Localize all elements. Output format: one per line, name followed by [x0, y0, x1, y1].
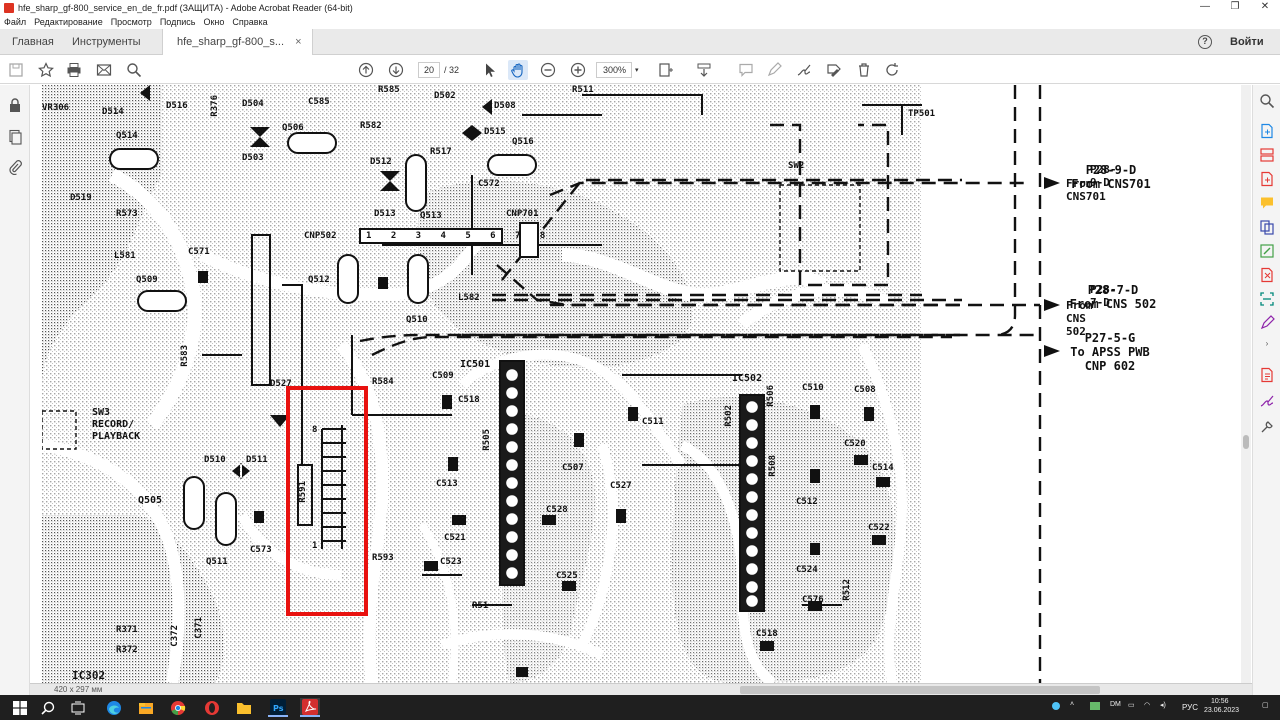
acrobat-app-icon [4, 2, 14, 13]
export-pdf-icon[interactable] [1257, 121, 1277, 141]
attachment-icon[interactable] [5, 157, 25, 177]
photoshop-icon[interactable]: Ps [268, 698, 288, 717]
tab-home[interactable]: Главная [12, 29, 54, 55]
page-thumbnails-icon[interactable] [5, 127, 25, 147]
menu-help[interactable]: Справка [232, 17, 267, 27]
tab-document-label: hfe_sharp_gf-800_s... [177, 36, 285, 48]
zoom-in-icon[interactable] [568, 60, 588, 80]
fit-page-icon[interactable] [656, 60, 676, 80]
edit-pdf-icon[interactable] [1257, 241, 1277, 261]
protect-icon[interactable] [1257, 365, 1277, 385]
lock-icon[interactable] [5, 95, 25, 115]
tray-network-icon[interactable]: ▭ [1128, 701, 1135, 709]
close-window-button[interactable]: ✕ [1250, 0, 1280, 15]
file-explorer-icon[interactable] [136, 698, 156, 717]
bookmark-star-icon[interactable] [36, 60, 56, 80]
highlight-pen-icon[interactable] [764, 60, 784, 80]
email-icon[interactable] [94, 60, 114, 80]
document-canvas[interactable]: P28-9-D [30, 85, 1240, 683]
task-view-icon[interactable] [68, 698, 88, 717]
vertical-scrollbar[interactable] [1241, 85, 1251, 683]
rotate-icon[interactable] [882, 60, 902, 80]
compress-pdf-icon[interactable] [1257, 265, 1277, 285]
page-total: / 32 [444, 65, 460, 75]
page-number-input[interactable]: 20 [418, 62, 440, 78]
fill-sign-icon[interactable] [824, 60, 844, 80]
sign-icon[interactable] [794, 60, 814, 80]
menu-view[interactable]: Просмотр [111, 17, 152, 27]
menu-sign[interactable]: Подпись [160, 17, 196, 27]
tab-bar: Главная Инструменты hfe_sharp_gf-800_s..… [0, 29, 1280, 55]
windows-taskbar: Ps ˄ DM ▭ ◠ ◂) РУС 10:56 23.06.2023 ▢ [0, 695, 1280, 720]
opera-icon[interactable] [202, 698, 222, 717]
toolbar: 20 / 32 300% ▾ [0, 56, 1280, 84]
help-icon[interactable]: ? [1198, 35, 1212, 49]
search-tools-icon[interactable] [1257, 91, 1277, 111]
clock-time[interactable]: 10:56 [1211, 698, 1229, 705]
maximize-button[interactable]: ❐ [1220, 0, 1250, 15]
scan-icon[interactable] [1257, 289, 1277, 309]
menu-edit[interactable]: Редактирование [34, 17, 103, 27]
comment-tool-icon[interactable] [1257, 193, 1277, 213]
reference-arrows [359, 85, 1060, 683]
clock-date[interactable]: 23.06.2023 [1204, 707, 1239, 714]
menu-file[interactable]: Файл [4, 17, 26, 27]
windows-start-icon[interactable] [10, 698, 30, 717]
delete-icon[interactable] [854, 60, 874, 80]
tray-app-icon[interactable] [1052, 702, 1060, 710]
menu-window[interactable]: Окно [203, 17, 224, 27]
scroll-mode-icon[interactable] [694, 60, 714, 80]
search-icon[interactable] [124, 60, 144, 80]
next-page-icon[interactable] [386, 60, 406, 80]
tray-nvidia-icon[interactable] [1090, 702, 1100, 710]
wifi-icon[interactable]: ◠ [1144, 701, 1150, 709]
volume-icon[interactable]: ◂) [1160, 701, 1166, 709]
combine-files-icon[interactable] [1257, 217, 1277, 237]
chevron-down-icon[interactable]: ▾ [635, 66, 639, 74]
right-tools-pane: › [1252, 85, 1280, 695]
left-navigation-pane [0, 85, 30, 695]
window-titlebar: hfe_sharp_gf-800_service_en_de_fr.pdf (З… [0, 0, 1280, 15]
menu-bar: Файл Редактирование Просмотр Подпись Окн… [0, 15, 1280, 29]
horizontal-scroll-thumb[interactable] [740, 686, 1100, 694]
close-tab-icon[interactable]: × [295, 36, 301, 48]
tab-document[interactable]: hfe_sharp_gf-800_s... × [162, 29, 313, 55]
organize-pages-icon[interactable] [1257, 145, 1277, 165]
minimize-button[interactable]: — [1190, 0, 1220, 15]
more-tools-icon[interactable] [1257, 417, 1277, 437]
tray-chevron-icon[interactable]: ˄ [1070, 701, 1074, 708]
acrobat-taskbar-icon[interactable] [300, 698, 320, 717]
hand-tool-icon[interactable] [508, 60, 528, 80]
request-signature-icon[interactable] [1257, 391, 1277, 411]
search-taskbar-icon[interactable] [38, 698, 58, 717]
vertical-scroll-thumb[interactable] [1243, 435, 1249, 449]
zoom-selector[interactable]: 300% ▾ [596, 61, 639, 79]
svg-text:Ps: Ps [273, 704, 284, 713]
tray-dm-icon[interactable]: DM [1110, 701, 1121, 708]
status-bar: 420 x 297 мм [30, 683, 1252, 695]
zoom-level[interactable]: 300% [596, 62, 632, 78]
comment-icon[interactable] [736, 60, 756, 80]
login-button[interactable]: Войти [1230, 29, 1264, 55]
collapse-panel-icon[interactable]: › [1257, 333, 1277, 353]
page-size-label: 420 x 297 мм [54, 685, 103, 694]
input-language[interactable]: РУС [1182, 703, 1198, 712]
folder-icon[interactable] [234, 698, 254, 717]
chrome-icon[interactable] [168, 698, 188, 717]
print-icon[interactable] [64, 60, 84, 80]
prev-page-icon[interactable] [356, 60, 376, 80]
save-icon[interactable] [6, 60, 26, 80]
create-pdf-icon[interactable] [1257, 169, 1277, 189]
edge-browser-icon[interactable] [104, 698, 124, 717]
page-navigator: 20 / 32 [418, 61, 459, 79]
select-cursor-icon[interactable] [480, 60, 500, 80]
tab-tools[interactable]: Инструменты [72, 29, 141, 55]
notifications-icon[interactable]: ▢ [1262, 701, 1269, 709]
window-title: hfe_sharp_gf-800_service_en_de_fr.pdf (З… [18, 2, 353, 13]
zoom-out-icon[interactable] [538, 60, 558, 80]
fill-and-sign-icon[interactable] [1257, 313, 1277, 333]
